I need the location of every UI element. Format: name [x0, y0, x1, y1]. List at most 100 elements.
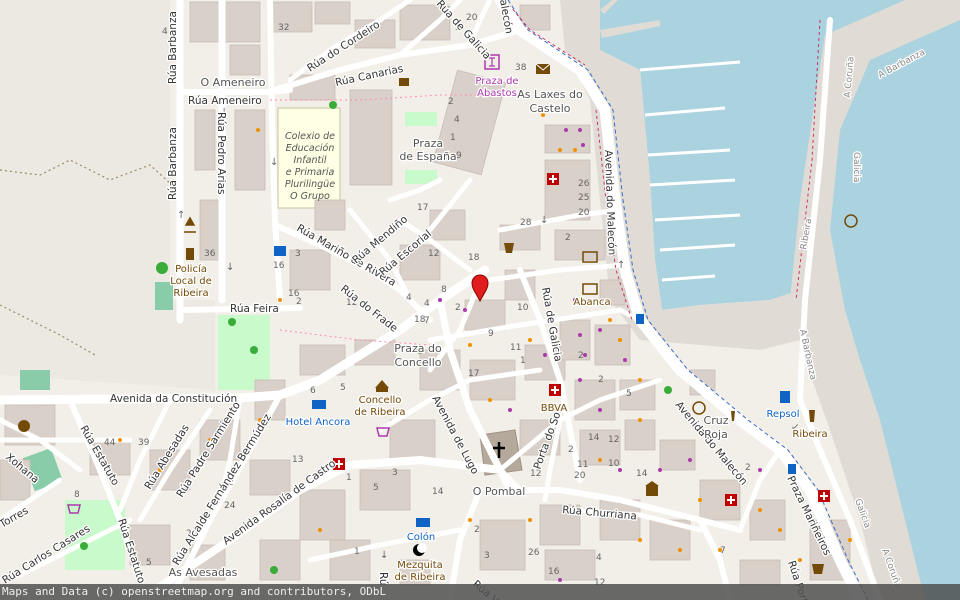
svg-text:20: 20 [578, 208, 590, 218]
svg-text:8: 8 [441, 285, 447, 295]
svg-text:Educación: Educación [286, 143, 335, 154]
svg-text:36: 36 [204, 249, 216, 259]
svg-text:11: 11 [577, 460, 588, 470]
svg-text:9: 9 [456, 151, 462, 161]
svg-text:Mezquita: Mezquita [397, 560, 443, 571]
svg-text:Colón: Colón [407, 531, 435, 543]
svg-text:1: 1 [520, 356, 526, 366]
svg-text:Ribeira: Ribeira [792, 429, 827, 440]
taxi-icon [399, 78, 409, 86]
svg-text:Praza de: Praza de [475, 76, 518, 87]
svg-text:7: 7 [720, 546, 726, 556]
bus-stop-icon-2 [788, 464, 796, 474]
svg-text:28: 28 [520, 218, 532, 228]
svg-text:2: 2 [568, 445, 574, 455]
svg-text:10: 10 [608, 459, 620, 469]
svg-text:2: 2 [578, 351, 584, 361]
svg-text:Colexio de: Colexio de [285, 131, 335, 142]
svg-text:1: 1 [450, 133, 456, 143]
place-pombal: O Pombal [473, 485, 526, 498]
toilets-icon [274, 246, 286, 256]
svg-text:Concello: Concello [359, 395, 402, 406]
place-concello-line2: Concello [394, 356, 441, 369]
map-attribution[interactable]: Maps and Data (c) openstreetmap.org and … [0, 584, 960, 600]
hotel-icon [312, 400, 326, 409]
svg-text:10: 10 [517, 303, 529, 313]
police-icon [186, 248, 194, 260]
svg-text:2: 2 [474, 525, 480, 535]
svg-text:Ribeira: Ribeira [173, 288, 208, 299]
svg-text:4: 4 [454, 115, 460, 125]
svg-text:Repsol: Repsol [766, 409, 799, 420]
svg-text:e Primaria: e Primaria [286, 167, 335, 178]
street-feira: Rúa Feira [230, 303, 279, 315]
svg-text:25: 25 [578, 193, 589, 203]
svg-text:32: 32 [278, 23, 289, 33]
svg-text:12: 12 [428, 249, 439, 259]
svg-text:14: 14 [588, 433, 600, 443]
svg-text:5: 5 [373, 483, 379, 493]
place-laxes-line2: Castelo [529, 102, 570, 115]
svg-text:2: 2 [598, 375, 604, 385]
street-pedro-arias: Rúa Pedro Arias [215, 112, 227, 195]
svg-text:26: 26 [528, 548, 540, 558]
place-espana-line1: Praza [413, 137, 443, 150]
svg-text:5: 5 [626, 389, 632, 399]
place-cruz: Cruz [704, 414, 729, 427]
street-barbanza-2: Rúa Barbanza [167, 127, 179, 200]
svg-text:14: 14 [432, 487, 444, 497]
svg-text:18: 18 [468, 253, 480, 263]
svg-text:BBVA: BBVA [541, 403, 568, 414]
svg-text:11: 11 [510, 343, 521, 353]
place-avesadas: As Avesadas [169, 566, 238, 579]
svg-text:↑: ↑ [617, 260, 625, 271]
svg-text:↓: ↓ [270, 157, 278, 168]
svg-text:↑: ↑ [177, 210, 185, 221]
place-roja: Roja [704, 428, 728, 441]
svg-text:18: 18 [414, 315, 426, 325]
svg-text:3: 3 [392, 468, 398, 478]
svg-text:1: 1 [354, 547, 360, 557]
svg-text:Plurilingüe: Plurilingüe [285, 179, 335, 190]
svg-text:de Ribeira: de Ribeira [395, 572, 446, 583]
svg-text:17: 17 [468, 369, 479, 379]
svg-text:Abanca: Abanca [573, 297, 610, 308]
svg-text:20: 20 [466, 13, 478, 23]
svg-text:4: 4 [406, 293, 412, 303]
place-concello-line1: Praza do [394, 342, 442, 355]
svg-text:↓: ↓ [380, 550, 388, 561]
hotel-icon-2 [416, 518, 430, 527]
svg-text:2: 2 [745, 463, 751, 473]
street-constitucion: Avenida da Constitución [110, 393, 237, 405]
park-area [218, 315, 270, 390]
svg-text:4: 4 [596, 553, 602, 563]
svg-text:de Ribeira: de Ribeira [355, 407, 406, 418]
place-laxes-line1: As Laxes do [517, 88, 583, 101]
svg-text:5: 5 [146, 558, 152, 568]
svg-text:8: 8 [74, 490, 80, 500]
svg-text:12: 12 [608, 435, 619, 445]
svg-text:38: 38 [515, 63, 527, 73]
svg-text:17: 17 [417, 203, 428, 213]
svg-text:26: 26 [578, 179, 590, 189]
svg-text:Policía: Policía [175, 263, 207, 275]
street-ameneiro: Rúa Ameneiro [188, 95, 262, 107]
place-ameneiro: O Ameneiro [201, 76, 266, 89]
svg-text:3: 3 [295, 249, 301, 259]
svg-text:2: 2 [565, 233, 571, 243]
svg-text:4: 4 [424, 299, 430, 309]
place-espana-line2: de España [399, 150, 456, 163]
svg-text:13: 13 [292, 455, 303, 465]
svg-text:O Grupo: O Grupo [290, 191, 330, 202]
map-canvas[interactable]: ↑↓↓↓ ↓↓↑↓↙ 32 4 3 20 38 2 4 1 9 17 36 16… [0, 0, 960, 600]
svg-text:Infantil: Infantil [293, 155, 326, 166]
svg-text:Abastos: Abastos [477, 88, 517, 99]
svg-text:16: 16 [288, 289, 300, 299]
svg-text:2: 2 [455, 303, 461, 313]
svg-text:9: 9 [488, 329, 494, 339]
svg-text:1: 1 [346, 473, 352, 483]
svg-text:16: 16 [548, 567, 560, 577]
svg-text:↓: ↓ [540, 215, 548, 226]
svg-text:24: 24 [224, 501, 236, 511]
svg-text:16: 16 [273, 261, 285, 271]
